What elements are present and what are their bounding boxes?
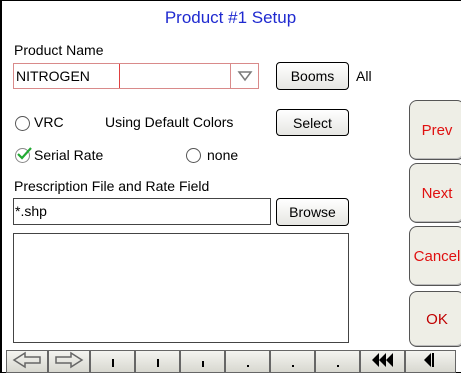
vrc-label: VRC (34, 114, 64, 130)
key-icon (111, 359, 114, 367)
booms-value: All (356, 68, 372, 84)
prescription-label: Prescription File and Rate Field (14, 178, 210, 194)
key-icon (156, 359, 159, 367)
colors-status-text: Using Default Colors (105, 114, 234, 130)
toolbar-key-6[interactable] (315, 350, 360, 373)
chevron-down-icon (237, 71, 252, 82)
bottom-toolbar (6, 350, 461, 373)
prev-button[interactable]: Prev (409, 100, 461, 160)
key-icon (291, 365, 294, 367)
toolbar-left-button[interactable] (6, 350, 48, 373)
browse-button[interactable]: Browse (276, 198, 349, 226)
toolbar-rewind-button[interactable] (360, 350, 405, 373)
prescription-file-value: *.shp (15, 203, 47, 219)
dropdown-button[interactable] (230, 64, 258, 88)
none-radio[interactable] (186, 148, 201, 163)
product-name-combo[interactable]: NITROGEN (13, 63, 259, 89)
key-icon (336, 365, 339, 367)
rewind-icon (371, 353, 393, 367)
toolbar-key-3[interactable] (180, 350, 225, 373)
toolbar-key-5[interactable] (270, 350, 315, 373)
toolbar-skip-back-button[interactable] (405, 350, 456, 373)
product-name-value: NITROGEN (16, 68, 90, 84)
rate-field-list[interactable] (13, 233, 349, 343)
left-arrow-icon (12, 351, 41, 369)
next-button[interactable]: Next (409, 163, 461, 223)
check-icon (17, 147, 32, 160)
text-cursor (119, 64, 120, 88)
product-name-label: Product Name (14, 42, 104, 58)
key-icon (246, 365, 249, 367)
right-arrow-icon (55, 351, 84, 369)
key-icon (201, 361, 204, 367)
none-label: none (207, 147, 239, 163)
prescription-file-input[interactable]: *.shp (13, 198, 271, 225)
toolbar-key-4[interactable] (225, 350, 270, 373)
booms-button[interactable]: Booms (276, 62, 349, 90)
serial-rate-radio[interactable] (15, 147, 32, 163)
vrc-radio[interactable] (15, 116, 30, 131)
toolbar-key-1[interactable] (90, 350, 135, 373)
toolbar-key-2[interactable] (135, 350, 180, 373)
dialog-title: Product #1 Setup (164, 8, 297, 27)
ok-button[interactable]: OK (409, 291, 461, 347)
select-colors-button[interactable]: Select (276, 109, 349, 136)
cancel-button[interactable]: Cancel (409, 226, 461, 286)
toolbar-right-button[interactable] (48, 350, 90, 373)
serial-rate-label: Serial Rate (34, 147, 104, 163)
skip-back-icon (423, 353, 434, 367)
